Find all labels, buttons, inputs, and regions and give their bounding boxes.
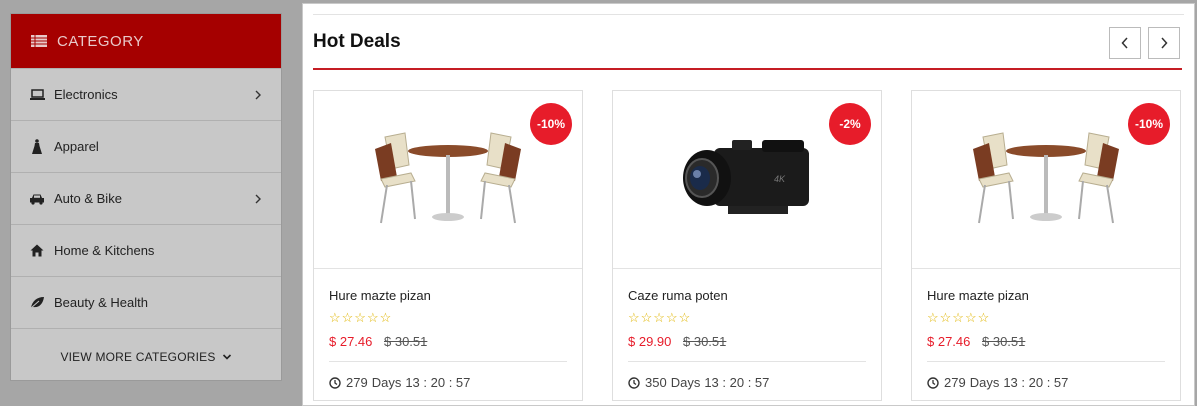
sidebar-item-label: Auto & Bike [54,191,122,206]
price-row: $ 27.46 $ 30.51 [329,334,427,349]
discount-badge: -10% [1128,103,1170,145]
old-price: $ 30.51 [384,334,428,349]
car-icon [29,191,45,207]
sidebar-item-home-kitchens[interactable]: Home & Kitchens [11,224,281,276]
sidebar-item-label: Apparel [54,139,99,154]
divider [927,361,1165,362]
divider [628,361,866,362]
rating-stars: ☆☆☆☆☆ [329,310,393,325]
product-card[interactable]: -10% Hure mazte pizan ☆☆☆☆☆ $ 27.46 $ 30… [911,90,1181,401]
view-more-categories-button[interactable]: VIEW MORE CATEGORIES [11,328,281,384]
sidebar-item-auto-bike[interactable]: Auto & Bike [11,172,281,224]
clock-icon [927,376,939,389]
camcorder-image: 4K [683,139,809,214]
laptop-icon [29,87,45,103]
divider [313,14,1184,15]
sidebar-item-label: Beauty & Health [54,295,148,310]
product-card[interactable]: 4K -2% Caze ruma poten ☆☆☆☆☆ $ 29.90 $ 3… [612,90,882,401]
category-title: CATEGORY [57,32,144,50]
list-icon [31,35,47,47]
sidebar-item-electronics[interactable]: Electronics [11,68,281,120]
clock-icon [329,376,341,389]
chevron-left-icon [1121,37,1128,49]
product-image[interactable]: 4K -2% [613,91,881,269]
discount-badge: -2% [829,103,871,145]
rating-stars: ☆☆☆☆☆ [628,310,692,325]
svg-text:4K: 4K [774,174,786,184]
rating-stars: ☆☆☆☆☆ [927,310,991,325]
sale-price: $ 27.46 [329,334,373,349]
sidebar-item-label: Electronics [54,87,118,102]
deal-timer: 279 Days 13 : 20 : 57 [329,375,470,390]
category-sidebar: CATEGORY Electronics Apparel Auto & Bike… [10,13,282,381]
timer-days-label: Days [371,375,402,390]
product-name[interactable]: Hure mazte pizan [927,288,1029,303]
table-chairs-image [375,131,521,223]
chevron-right-icon [1161,37,1168,49]
price-row: $ 29.90 $ 30.51 [628,334,726,349]
product-name[interactable]: Hure mazte pizan [329,288,431,303]
timer-count: 350 [645,375,667,390]
sidebar-item-label: Home & Kitchens [54,243,155,258]
timer-count: 279 [346,375,368,390]
clock-icon [628,376,640,389]
chevron-right-icon [255,194,261,203]
home-icon [29,243,45,259]
view-more-label: VIEW MORE CATEGORIES [60,349,216,364]
dress-icon [29,138,45,155]
timer-days-label: Days [670,375,701,390]
leaf-icon [29,295,45,311]
next-button[interactable] [1148,27,1180,59]
old-price: $ 30.51 [683,334,727,349]
timer-time: 13 : 20 : 57 [405,375,471,390]
product-image[interactable]: -10% [314,91,582,269]
timer-time: 13 : 20 : 57 [1003,375,1069,390]
discount-badge: -10% [530,103,572,145]
sale-price: $ 27.46 [927,334,971,349]
prev-button[interactable] [1109,27,1141,59]
timer-time: 13 : 20 : 57 [704,375,770,390]
product-name[interactable]: Caze ruma poten [628,288,728,303]
sale-price: $ 29.90 [628,334,672,349]
price-row: $ 27.46 $ 30.51 [927,334,1025,349]
sidebar-item-beauty-health[interactable]: Beauty & Health [11,276,281,328]
timer-count: 279 [944,375,966,390]
timer-days-label: Days [969,375,1000,390]
sidebar-item-apparel[interactable]: Apparel [11,120,281,172]
chevron-right-icon [255,90,261,99]
chevron-down-icon [222,353,231,360]
category-header[interactable]: CATEGORY [11,14,281,68]
divider [329,361,567,362]
product-image[interactable]: -10% [912,91,1180,269]
table-chairs-image [973,131,1119,223]
product-card[interactable]: -10% Hure mazte pizan ☆☆☆☆☆ $ 27.46 $ 30… [313,90,583,401]
old-price: $ 30.51 [982,334,1026,349]
deal-timer: 350 Days 13 : 20 : 57 [628,375,769,390]
deal-timer: 279 Days 13 : 20 : 57 [927,375,1068,390]
section-title: Hot Deals [313,31,401,52]
title-underline [313,68,1182,70]
hot-deals-panel: Hot Deals -10% Hure mazte pizan ☆☆☆☆☆ $ … [302,3,1195,406]
